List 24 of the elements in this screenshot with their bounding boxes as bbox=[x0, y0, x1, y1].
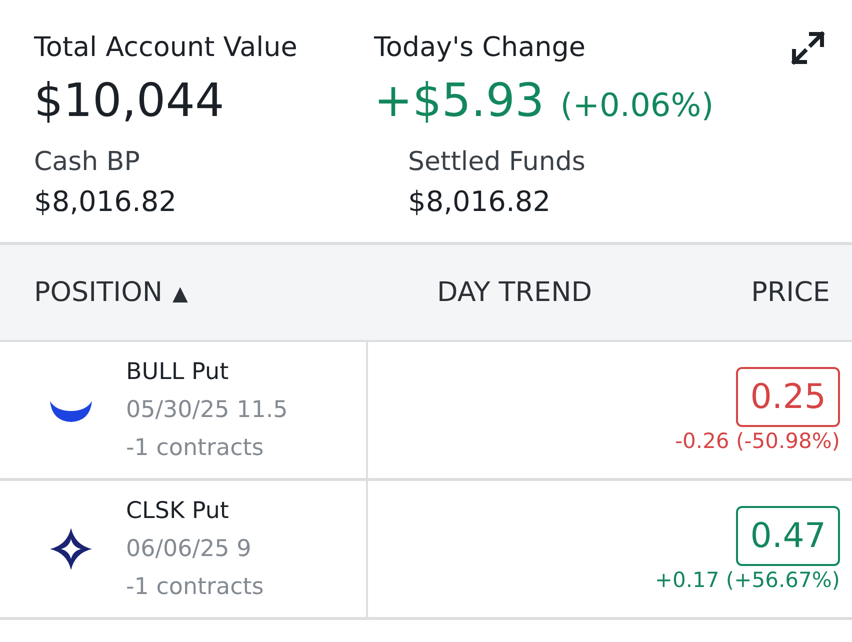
position-name: CLSK Put bbox=[126, 497, 230, 526]
position-detail: 05/30/25 11.5 bbox=[126, 396, 288, 425]
todays-change-percent: (+0.06%) bbox=[560, 86, 714, 124]
sort-indicator: ▲ bbox=[172, 280, 188, 304]
todays-change-label: Today's Change bbox=[374, 31, 587, 65]
price-change: +0.17 (+56.67%) bbox=[654, 568, 840, 592]
total-value: $10,044 bbox=[34, 72, 226, 129]
column-header[interactable]: PRICE bbox=[751, 277, 830, 308]
position-detail: 06/06/25 9 bbox=[126, 535, 252, 564]
settled-funds-label: Settled Funds bbox=[408, 146, 586, 179]
cash-bp-label: Cash BP bbox=[34, 146, 141, 179]
settled-funds-value: $8,016.82 bbox=[408, 184, 552, 220]
position-quantity: -1 contracts bbox=[126, 573, 264, 602]
position-quantity: -1 contracts bbox=[126, 434, 265, 463]
column-header[interactable]: DAY TREND bbox=[437, 277, 592, 308]
position-name: BULL Put bbox=[126, 358, 230, 387]
price-change: -0.26 (-50.98%) bbox=[674, 429, 840, 453]
todays-change-value: +$5.93 bbox=[374, 72, 544, 129]
price-badge: 0.25 bbox=[736, 367, 840, 427]
column-header[interactable]: POSITION bbox=[34, 277, 163, 308]
price-badge: 0.47 bbox=[736, 506, 840, 566]
cash-bp-value: $8,016.82 bbox=[34, 184, 178, 220]
four-point-star-icon bbox=[48, 526, 94, 572]
total-value-label: Total Account Value bbox=[34, 31, 298, 65]
